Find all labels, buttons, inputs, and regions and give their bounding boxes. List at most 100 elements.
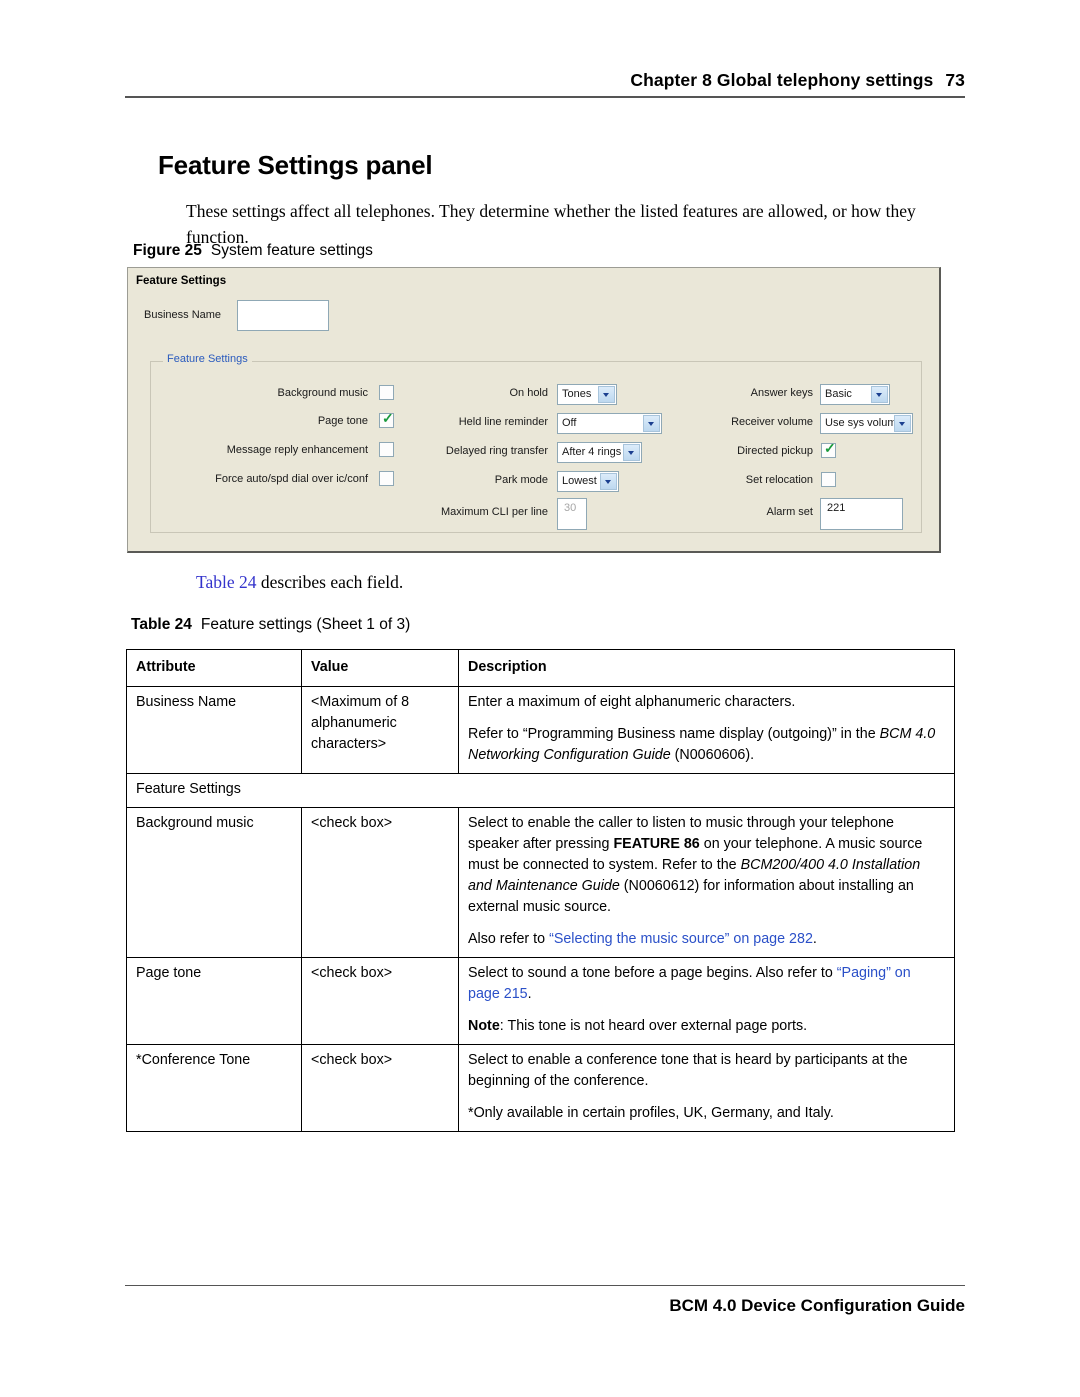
page-title: Feature Settings panel <box>158 150 433 181</box>
page-header: Chapter 8 Global telephony settings 73 <box>125 70 965 91</box>
input-alarm-set-value: 221 <box>827 502 846 514</box>
field-label-background-music: Background music <box>277 387 369 399</box>
description-paragraph: Note: This tone is not heard over extern… <box>468 1016 945 1037</box>
dropdown-park-mode-value: Lowest <box>562 475 597 487</box>
checkbox-force-auto-spd-dial[interactable] <box>379 471 394 486</box>
dropdown-delayed-ring-transfer-value: After 4 rings <box>562 446 622 458</box>
cell-description: Select to sound a tone before a page beg… <box>458 957 955 1045</box>
dropdown-receiver-volume[interactable]: Use sys volume <box>820 413 913 434</box>
dropdown-held-line-reminder[interactable]: Off <box>557 413 662 434</box>
table-reference-line: Table 24 describes each field. <box>196 572 403 593</box>
feature-settings-table: Attribute Value Description Business Nam… <box>126 649 955 1132</box>
figure-caption-text: System feature settings <box>210 242 373 259</box>
table-caption-text: Feature settings (Sheet 1 of 3) <box>200 616 411 633</box>
checkbox-message-reply-enhancement[interactable] <box>379 442 394 457</box>
table-row: *Conference Tone <check box> Select to ena… <box>126 1044 955 1132</box>
cell-attribute: Background music <box>126 807 302 958</box>
cell-attribute: *Conference Tone <box>126 1044 302 1132</box>
plain-text: . <box>527 986 532 1002</box>
table-24-link[interactable]: Table 24 <box>196 572 257 592</box>
plain-text: Also refer to <box>468 931 550 947</box>
cell-value: <Maximum of 8 alphanumeric characters> <box>301 686 459 774</box>
cell-description: Select to enable the caller to listen to… <box>458 807 955 958</box>
description-paragraph: Select to enable a conference tone that … <box>468 1050 945 1092</box>
description-paragraph: Enter a maximum of eight alphanumeric ch… <box>468 692 945 713</box>
check-mark-icon: ✓ <box>824 440 836 456</box>
feature-settings-screenshot: Feature Settings Business Name Feature S… <box>127 267 941 553</box>
bold-text: Note <box>468 1018 500 1034</box>
table-header-value: Value <box>301 649 459 687</box>
input-alarm-set[interactable]: 221 <box>820 498 903 530</box>
cell-attribute: Business Name <box>126 686 302 774</box>
field-label-alarm-set: Alarm set <box>766 506 813 518</box>
chevron-down-icon[interactable] <box>643 415 660 432</box>
figure-label: Figure 25 <box>133 242 202 259</box>
dropdown-answer-keys-value: Basic <box>825 388 852 400</box>
plain-text: Refer to “Programming Business name disp… <box>468 726 880 742</box>
table-row: Business Name <Maximum of 8 alphanumeric … <box>126 686 955 774</box>
chevron-down-icon[interactable] <box>894 415 911 432</box>
chevron-down-icon[interactable] <box>600 473 617 490</box>
cell-attribute: Page tone <box>126 957 302 1045</box>
cross-reference-link[interactable]: “Selecting the music source” on page 282 <box>549 931 813 947</box>
field-label-on-hold: On hold <box>509 387 548 399</box>
field-label-directed-pickup: Directed pickup <box>737 445 813 457</box>
bold-text: FEATURE 86 <box>613 836 700 852</box>
cell-description: Enter a maximum of eight alphanumeric ch… <box>458 686 955 774</box>
dropdown-answer-keys[interactable]: Basic <box>820 384 890 405</box>
table-header-description: Description <box>458 649 955 687</box>
dropdown-held-line-reminder-value: Off <box>562 417 577 429</box>
description-paragraph: Also refer to “Selecting the music sourc… <box>468 929 945 950</box>
chevron-down-icon[interactable] <box>871 386 888 403</box>
description-paragraph: Refer to “Programming Business name disp… <box>468 724 945 766</box>
chevron-down-icon[interactable] <box>598 386 615 403</box>
page-number: 73 <box>945 70 965 90</box>
figure-caption: Figure 25 System feature settings <box>133 242 373 260</box>
dropdown-delayed-ring-transfer[interactable]: After 4 rings <box>557 442 642 463</box>
checkbox-page-tone[interactable]: ✓ <box>379 411 394 428</box>
description-paragraph: Select to sound a tone before a page beg… <box>468 963 945 1005</box>
field-label-message-reply-enhancement: Message reply enhancement <box>226 444 368 456</box>
checkbox-directed-pickup[interactable]: ✓ <box>821 440 836 458</box>
table-row: Feature Settings <box>126 773 955 808</box>
page-footer: BCM 4.0 Device Configuration Guide <box>669 1296 965 1315</box>
table-row: Background music <check box> Select to ena… <box>126 807 955 958</box>
plain-text: (N0060606). <box>670 747 755 763</box>
plain-text: : This tone is not heard over external p… <box>499 1018 808 1034</box>
description-paragraph: Select to enable the caller to listen to… <box>468 813 945 918</box>
cell-value: <check box> <box>301 957 459 1045</box>
business-name-input[interactable] <box>237 300 329 331</box>
checkbox-background-music[interactable] <box>379 385 394 400</box>
plain-text: Select to enable a conference tone that … <box>468 1052 908 1089</box>
table-row: Page tone <check box> Select to sound a to… <box>126 957 955 1045</box>
table-caption: Table 24 Feature settings (Sheet 1 of 3) <box>131 616 410 634</box>
field-label-answer-keys: Answer keys <box>750 387 813 399</box>
field-label-maximum-cli-per-line: Maximum CLI per line <box>441 506 548 518</box>
plain-text: Enter a maximum of eight alphanumeric ch… <box>468 694 796 710</box>
business-name-label: Business Name <box>144 309 222 321</box>
dropdown-on-hold[interactable]: Tones <box>557 384 617 405</box>
plain-text: Select to sound a tone before a page beg… <box>468 965 837 981</box>
table-header-row: Attribute Value Description <box>126 649 955 687</box>
table-header-attribute: Attribute <box>126 649 302 687</box>
description-paragraph: *Only available in certain profiles, UK,… <box>468 1103 945 1124</box>
dropdown-park-mode[interactable]: Lowest <box>557 471 619 492</box>
dropdown-receiver-volume-value: Use sys volume <box>825 417 903 429</box>
field-label-park-mode: Park mode <box>494 474 548 486</box>
field-label-force-auto-spd-dial: Force auto/spd dial over ic/conf <box>215 473 368 485</box>
plain-text: . <box>812 931 817 947</box>
checkbox-set-relocation[interactable] <box>821 472 836 487</box>
input-maximum-cli-per-line[interactable]: 30 <box>557 498 587 530</box>
field-label-page-tone: Page tone <box>317 415 368 427</box>
chevron-down-icon[interactable] <box>623 444 640 461</box>
table-section-header: Feature Settings <box>126 773 955 808</box>
table-reference-rest: describes each field. <box>256 572 404 592</box>
groupbox-legend: Feature Settings <box>163 353 252 365</box>
plain-text: *Only available in certain profiles, UK,… <box>468 1105 834 1121</box>
footer-divider <box>125 1285 965 1286</box>
cell-description: Select to enable a conference tone that … <box>458 1044 955 1132</box>
cell-value: <check box> <box>301 807 459 958</box>
field-label-receiver-volume: Receiver volume <box>731 416 813 428</box>
cell-value: <check box> <box>301 1044 459 1132</box>
header-divider <box>125 96 965 98</box>
